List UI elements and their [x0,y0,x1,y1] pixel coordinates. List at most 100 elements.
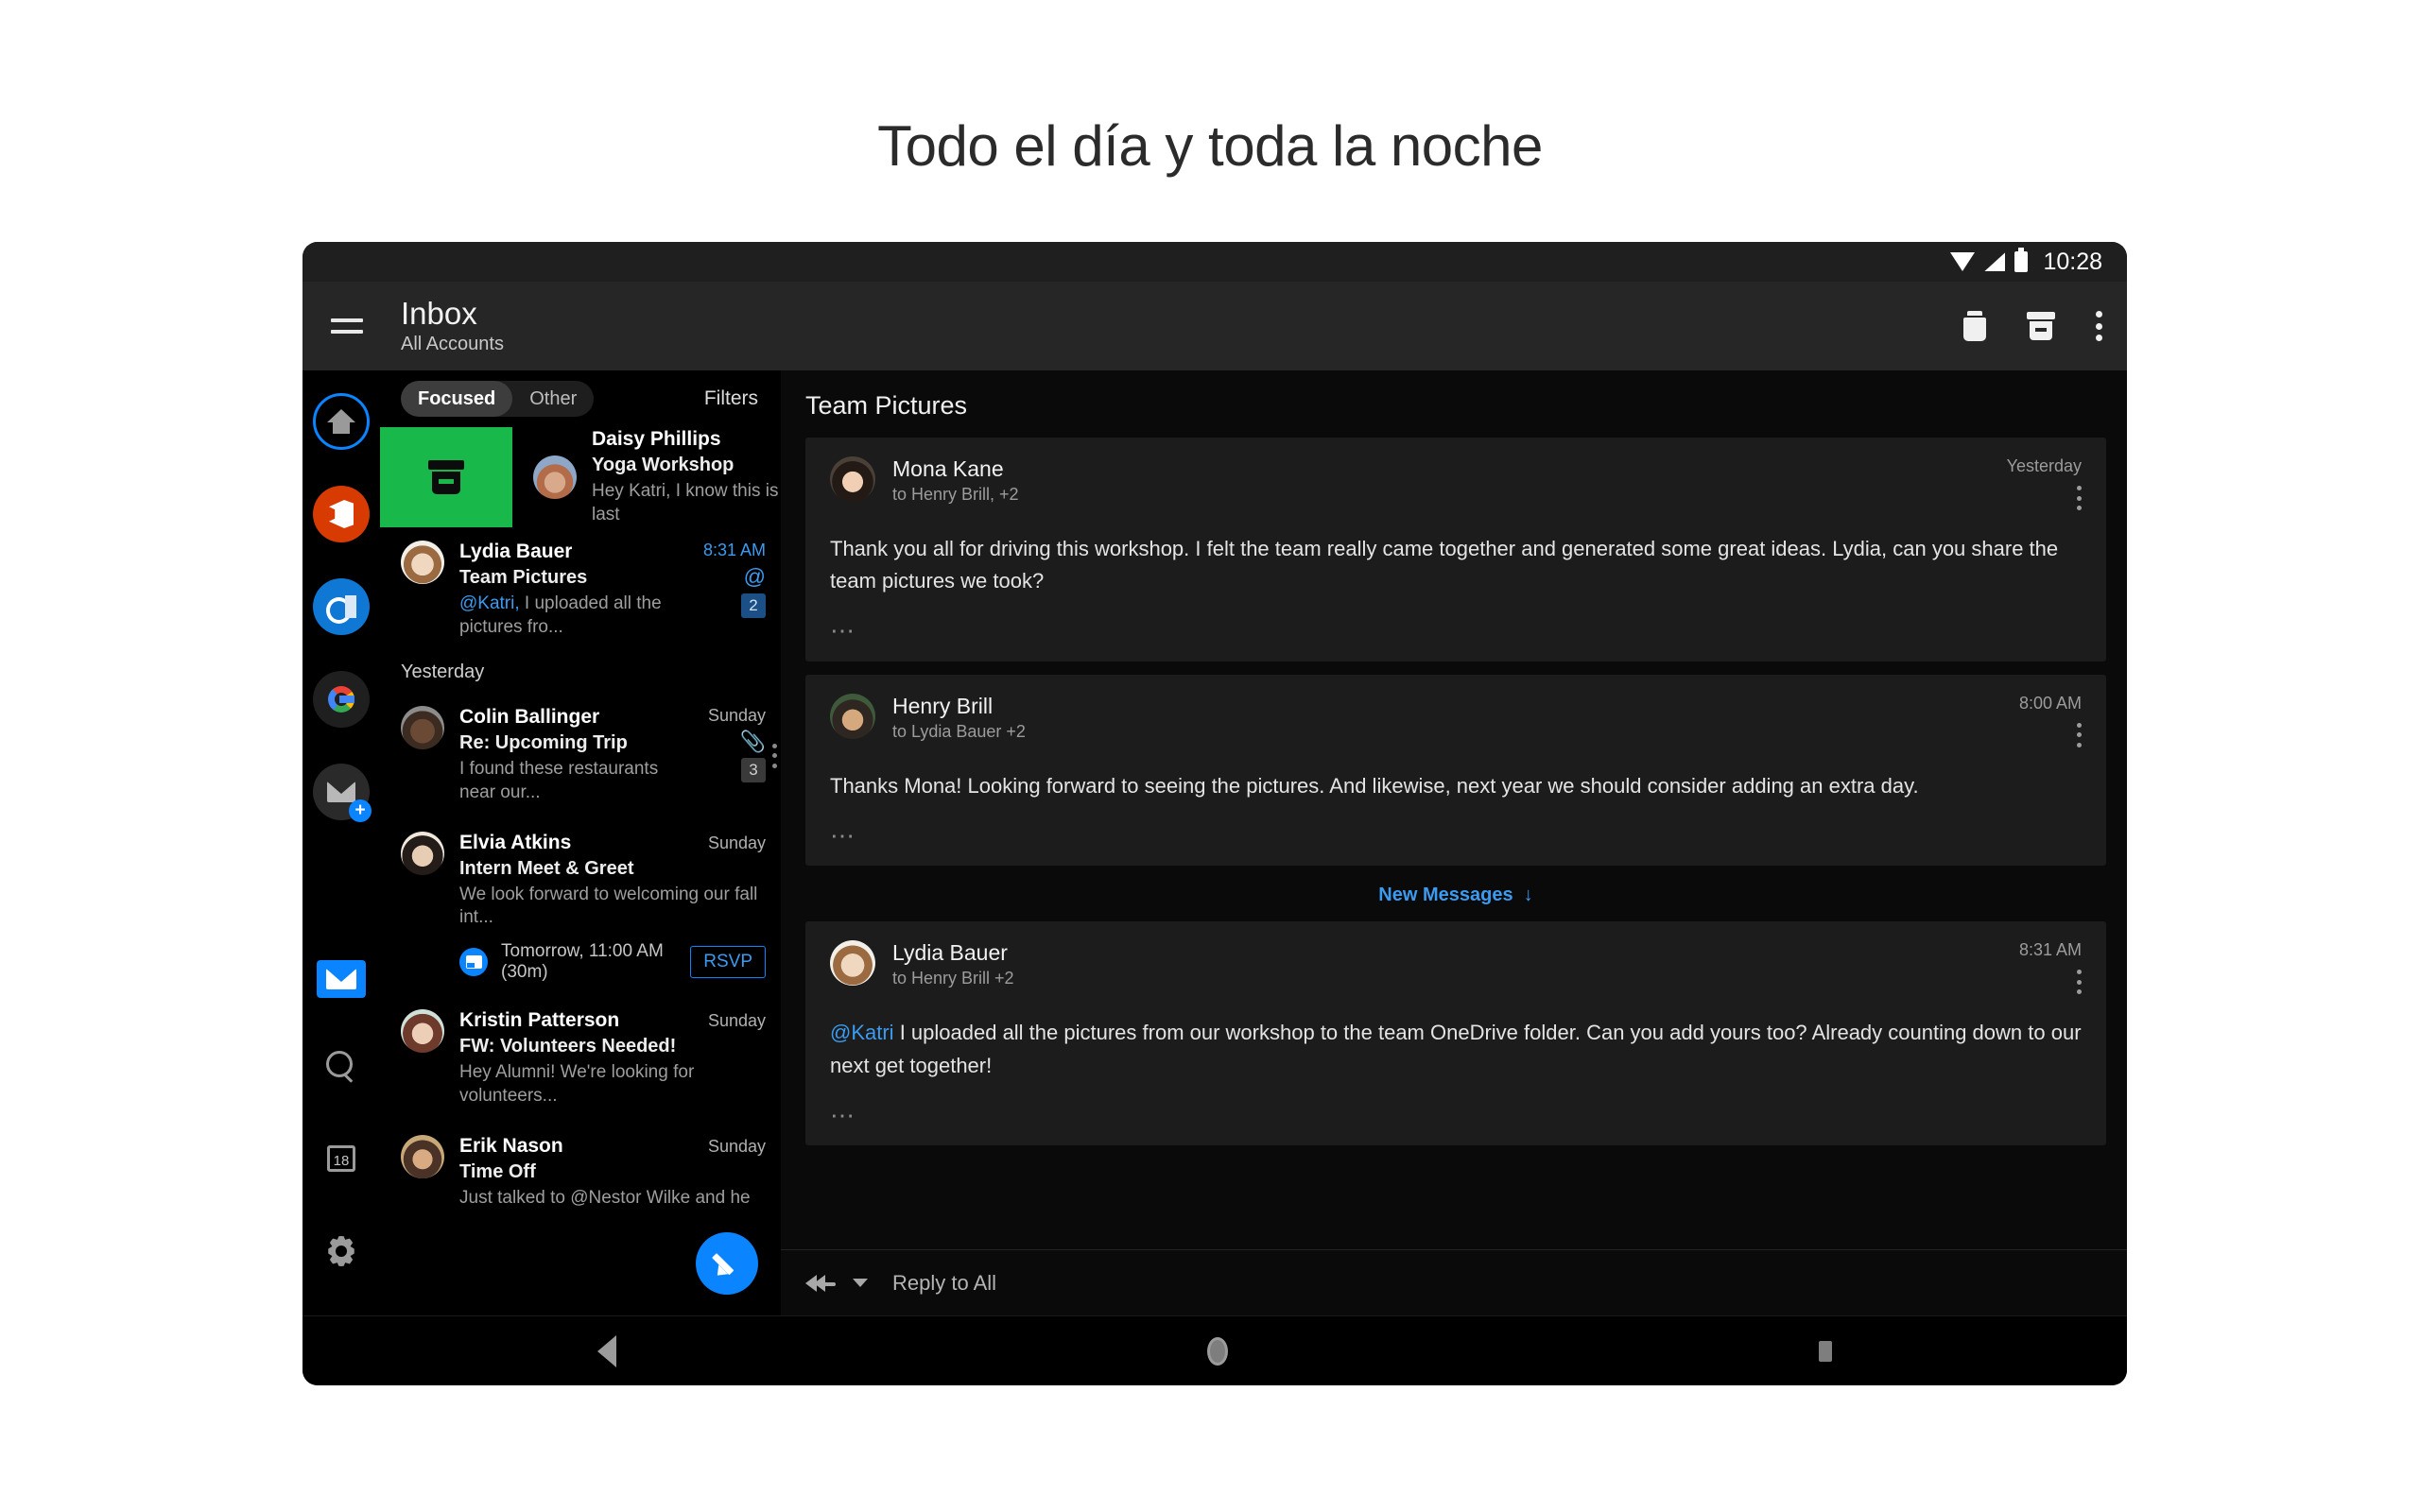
rail-item-outlook[interactable] [313,578,370,635]
swiped-list-item[interactable]: Daisy Phillips Yoga Workshop Hey Katri, … [380,427,781,527]
avatar [401,831,444,875]
rail-item-calendar[interactable]: 18 [313,1130,370,1187]
more-vertical-icon[interactable] [2095,311,2102,341]
more-vertical-icon[interactable] [2076,970,2082,995]
timestamp: 8:00 AM [2018,693,2082,713]
conversation-title: Team Pictures [805,391,968,420]
swiped-row-content: Daisy Phillips Yoga Workshop Hey Katri, … [512,427,781,527]
row-main: Elvia Atkins Sunday Intern Meet & Greet … [459,832,766,983]
timestamp: Sunday [707,833,766,852]
message-body: Thanks Mona! Looking forward to seeing t… [830,773,1919,798]
subject: Yoga Workshop [592,454,735,475]
reading-pane: Team Pictures Mona Kane to Henry Brill, … [781,370,2127,1315]
office-icon [329,500,354,528]
rail-item-settings[interactable] [313,1223,370,1280]
signal-icon [1984,252,2006,271]
list-item[interactable]: Colin Ballinger Re: Upcoming Trip I foun… [380,693,781,817]
message-sender: Henry Brill [892,693,994,718]
invite-time: Tomorrow, 11:00 AM (30m) [501,941,664,983]
archive-icon [428,460,464,494]
message-participants: Mona Kane to Henry Brill, +2 [892,456,1019,505]
rail-item-home[interactable] [313,393,370,450]
preview: Just talked to @Nestor Wilke and he [459,1187,751,1208]
message-body: @Katri I uploaded all the pictures from … [830,1017,2082,1081]
message-recipients: to Lydia Bauer +2 [892,721,1026,741]
focused-other-pivot: Focused Other [401,381,595,417]
back-icon[interactable] [597,1334,617,1367]
subject: Team Pictures [459,567,588,588]
message-meta: 8:31 AM [2019,940,2082,995]
recents-icon[interactable] [1818,1340,1832,1362]
archive-icon[interactable] [2027,312,2055,340]
expand-quoted-text-icon[interactable]: ⋯ [830,619,2082,643]
home-icon [327,409,355,434]
chevron-down-icon[interactable] [853,1279,868,1287]
message-participants: Henry Brill to Lydia Bauer +2 [892,694,1026,742]
preview: Hey Katri, I know this is last [592,480,779,524]
message-list: Focused Other Filters Daisy Phillips Yog… [380,370,781,1315]
swipe-archive-action[interactable] [380,427,512,527]
tab-focused[interactable]: Focused [401,381,513,417]
sender-name: Elvia Atkins [459,831,572,853]
app-bar-actions [1962,311,2102,341]
preview: @Katri, I uploaded all the pictures fro.… [459,593,673,639]
compose-button[interactable] [696,1232,758,1295]
new-messages-divider[interactable]: New Messages ↓ [805,879,2106,908]
message-header: Henry Brill to Lydia Bauer +2 8:00 AM [830,693,2082,747]
reply-bar[interactable]: Reply to All [781,1249,2127,1315]
rail-item-google[interactable] [313,671,370,728]
list-item[interactable]: Lydia Bauer Team Pictures @Katri, I uplo… [380,527,781,653]
reply-to-all-label[interactable]: Reply to All [892,1271,996,1296]
avatar [830,940,875,987]
list-item[interactable]: Erik Nason Sunday Time Off Just talked t… [380,1122,781,1224]
message-participants: Lydia Bauer to Henry Brill +2 [892,940,1014,988]
account-rail: + 18 [302,370,380,1315]
avatar [830,456,875,502]
tab-other[interactable]: Other [512,381,594,417]
gear-icon [326,1236,356,1266]
reply-all-icon[interactable] [805,1272,838,1295]
home-circle-icon[interactable] [1206,1336,1228,1366]
calendar-icon: 18 [327,1145,355,1172]
rail-item-add-account[interactable]: + [313,764,372,822]
expand-quoted-text-icon[interactable]: ⋯ [830,1103,2082,1126]
search-icon [326,1051,356,1081]
message-card[interactable]: Mona Kane to Henry Brill, +2 Yesterday T… [805,438,2106,662]
timestamp: Sunday [707,1011,766,1031]
rsvp-button[interactable]: RSVP [690,946,766,979]
more-vertical-icon[interactable] [771,743,777,768]
message-sender: Mona Kane [892,456,1004,481]
list-item[interactable]: Kristin Patterson Sunday FW: Volunteers … [380,996,781,1121]
envelope-plus-icon [327,782,355,802]
avatar [401,1009,444,1054]
new-messages-label: New Messages [1378,885,1513,906]
conversation-messages: Mona Kane to Henry Brill, +2 Yesterday T… [781,438,2127,1249]
avatar [401,706,444,750]
filters-button[interactable]: Filters [704,387,758,410]
avatar [401,541,444,584]
outlook-icon [326,595,356,624]
message-card[interactable]: Henry Brill to Lydia Bauer +2 8:00 AM Th… [805,674,2106,867]
arrow-down-icon: ↓ [1518,885,1533,906]
mention-text: @Katri [830,1021,894,1045]
android-nav-bar [302,1315,2127,1385]
rail-item-search[interactable] [313,1038,370,1094]
expand-quoted-text-icon[interactable]: ⋯ [830,823,2082,847]
sender-name: Daisy Phillips [592,427,721,450]
rail-item-office[interactable] [313,486,370,542]
list-item[interactable]: Elvia Atkins Sunday Intern Meet & Greet … [380,818,781,996]
hamburger-icon[interactable] [331,306,371,346]
delete-icon[interactable] [1962,311,1987,341]
mention-icon: @ [743,564,766,589]
timestamp: Yesterday [2006,456,2082,475]
message-recipients: to Henry Brill +2 [892,969,1014,988]
more-vertical-icon[interactable] [2076,722,2082,747]
rail-item-mail[interactable] [317,960,366,998]
more-vertical-icon[interactable] [2076,486,2082,510]
row-main: Daisy Phillips Yoga Workshop Hey Katri, … [592,428,781,526]
timestamp: Sunday [707,706,766,726]
subject: FW: Volunteers Needed! [459,1036,677,1057]
subject: Re: Upcoming Trip [459,732,628,754]
message-header: Mona Kane to Henry Brill, +2 Yesterday [830,456,2082,510]
message-card[interactable]: Lydia Bauer to Henry Brill +2 8:31 AM @K… [805,921,2106,1146]
